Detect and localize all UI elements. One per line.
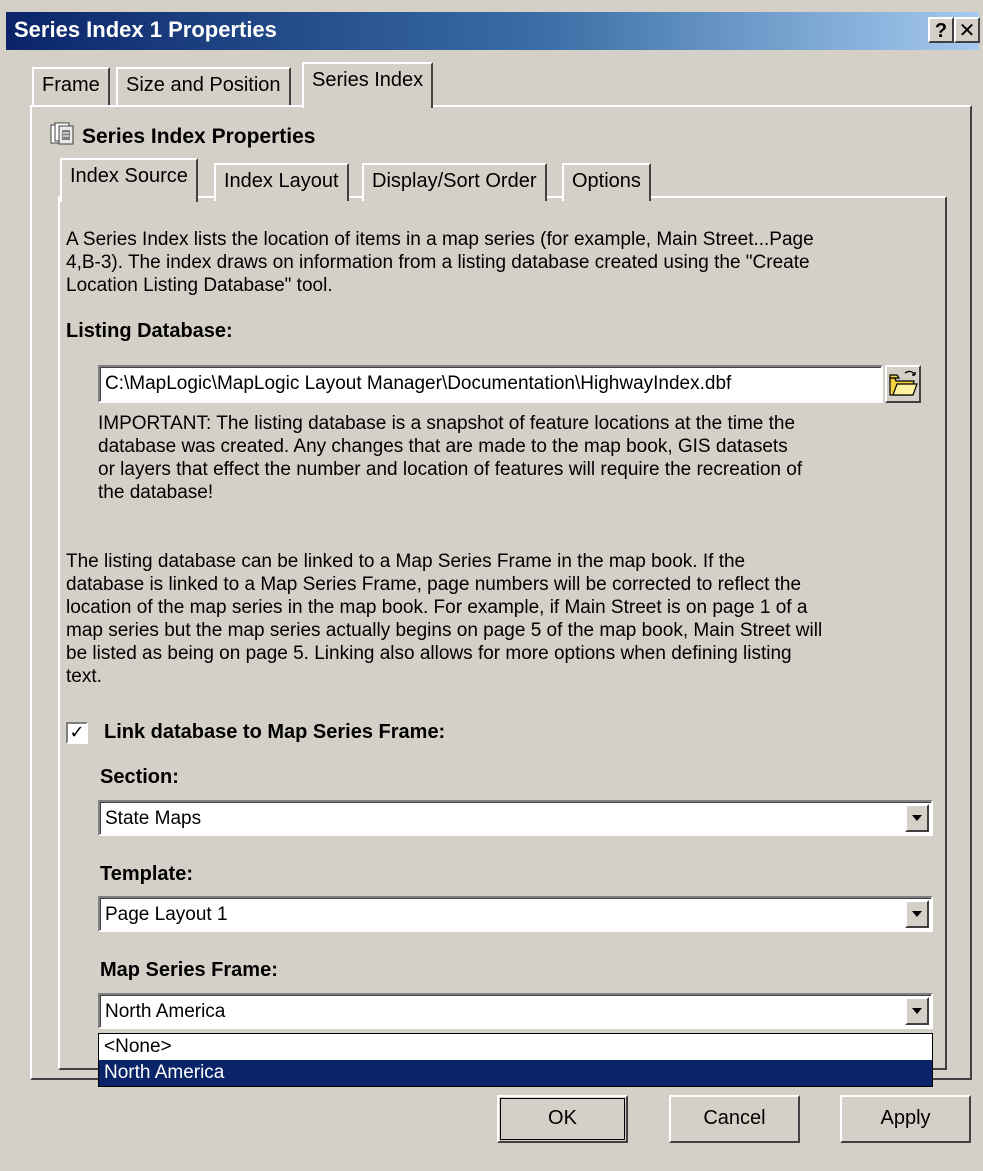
important-text: IMPORTANT: The listing database is a sna… — [98, 412, 938, 504]
section-label: Section: — [100, 766, 179, 788]
link-line: map series but the map series actually b… — [66, 620, 823, 641]
section-value: State Maps — [105, 808, 202, 829]
cancel-button[interactable]: Cancel — [669, 1095, 800, 1143]
listing-database-path-field[interactable]: C:\MapLogic\MapLogic Layout Manager\Docu… — [98, 365, 883, 403]
chevron-down-icon[interactable] — [905, 997, 929, 1025]
listing-database-label: Listing Database: — [66, 320, 233, 342]
link-explanation-text: The listing database can be linked to a … — [66, 550, 936, 688]
tab-series-index[interactable]: Series Index — [302, 62, 434, 108]
important-line: database was created. Any changes that a… — [98, 436, 788, 457]
link-database-label[interactable]: Link database to Map Series Frame: — [104, 721, 445, 744]
help-button[interactable]: ? — [928, 17, 954, 43]
important-line: IMPORTANT: The listing database is a sna… — [98, 413, 796, 434]
browse-button[interactable] — [885, 365, 921, 403]
intro-line: A Series Index lists the location of ite… — [66, 229, 814, 250]
map-series-frame-value: North America — [105, 1001, 226, 1022]
title-bar[interactable]: Series Index 1 Properties ? ✕ — [6, 12, 980, 50]
properties-dialog: Series Index 1 Properties ? ✕ Frame Size… — [0, 0, 983, 1171]
tab-size-and-position[interactable]: Size and Position — [116, 67, 291, 105]
important-line: the database! — [98, 482, 214, 503]
tab-index-layout[interactable]: Index Layout — [214, 163, 349, 201]
link-line: be listed as being on page 5. Linking al… — [66, 643, 792, 664]
tab-index-source[interactable]: Index Source — [60, 158, 198, 202]
link-line: text. — [66, 666, 102, 687]
tab-options[interactable]: Options — [562, 163, 651, 201]
intro-line: 4,B-3). The index draws on information f… — [66, 252, 810, 273]
link-database-checkbox[interactable]: ✓ — [66, 722, 88, 744]
map-series-frame-select[interactable]: North America — [98, 993, 933, 1029]
section-select[interactable]: State Maps — [98, 800, 933, 836]
checkmark-icon: ✓ — [69, 722, 85, 742]
close-button[interactable]: ✕ — [954, 17, 980, 43]
link-line: database is linked to a Map Series Frame… — [66, 574, 802, 595]
tab-display-sort-order[interactable]: Display/Sort Order — [362, 163, 547, 201]
window-title: Series Index 1 Properties — [14, 17, 277, 42]
series-index-icon — [50, 122, 76, 146]
map-series-frame-dropdown: <None> North America — [98, 1033, 933, 1087]
link-line: location of the map series in the map bo… — [66, 597, 808, 618]
open-folder-icon — [889, 370, 918, 396]
template-select[interactable]: Page Layout 1 — [98, 896, 933, 932]
section-header: Series Index Properties — [50, 122, 315, 152]
apply-button[interactable]: Apply — [840, 1095, 971, 1143]
dropdown-option-none[interactable]: <None> — [99, 1034, 932, 1060]
intro-text: A Series Index lists the location of ite… — [66, 228, 936, 297]
ok-button[interactable]: OK — [497, 1095, 628, 1143]
link-line: The listing database can be linked to a … — [66, 551, 746, 572]
chevron-down-icon[interactable] — [905, 900, 929, 928]
intro-line: Location Listing Database" tool. — [66, 275, 333, 296]
template-label: Template: — [100, 863, 193, 885]
dropdown-option-north-america[interactable]: North America — [99, 1060, 932, 1086]
important-line: or layers that effect the number and loc… — [98, 459, 803, 480]
section-title: Series Index Properties — [82, 125, 316, 148]
chevron-down-icon[interactable] — [905, 804, 929, 832]
map-series-frame-label: Map Series Frame: — [100, 959, 278, 981]
tab-frame[interactable]: Frame — [32, 67, 110, 105]
close-icon: ✕ — [958, 20, 976, 42]
template-value: Page Layout 1 — [105, 904, 228, 925]
